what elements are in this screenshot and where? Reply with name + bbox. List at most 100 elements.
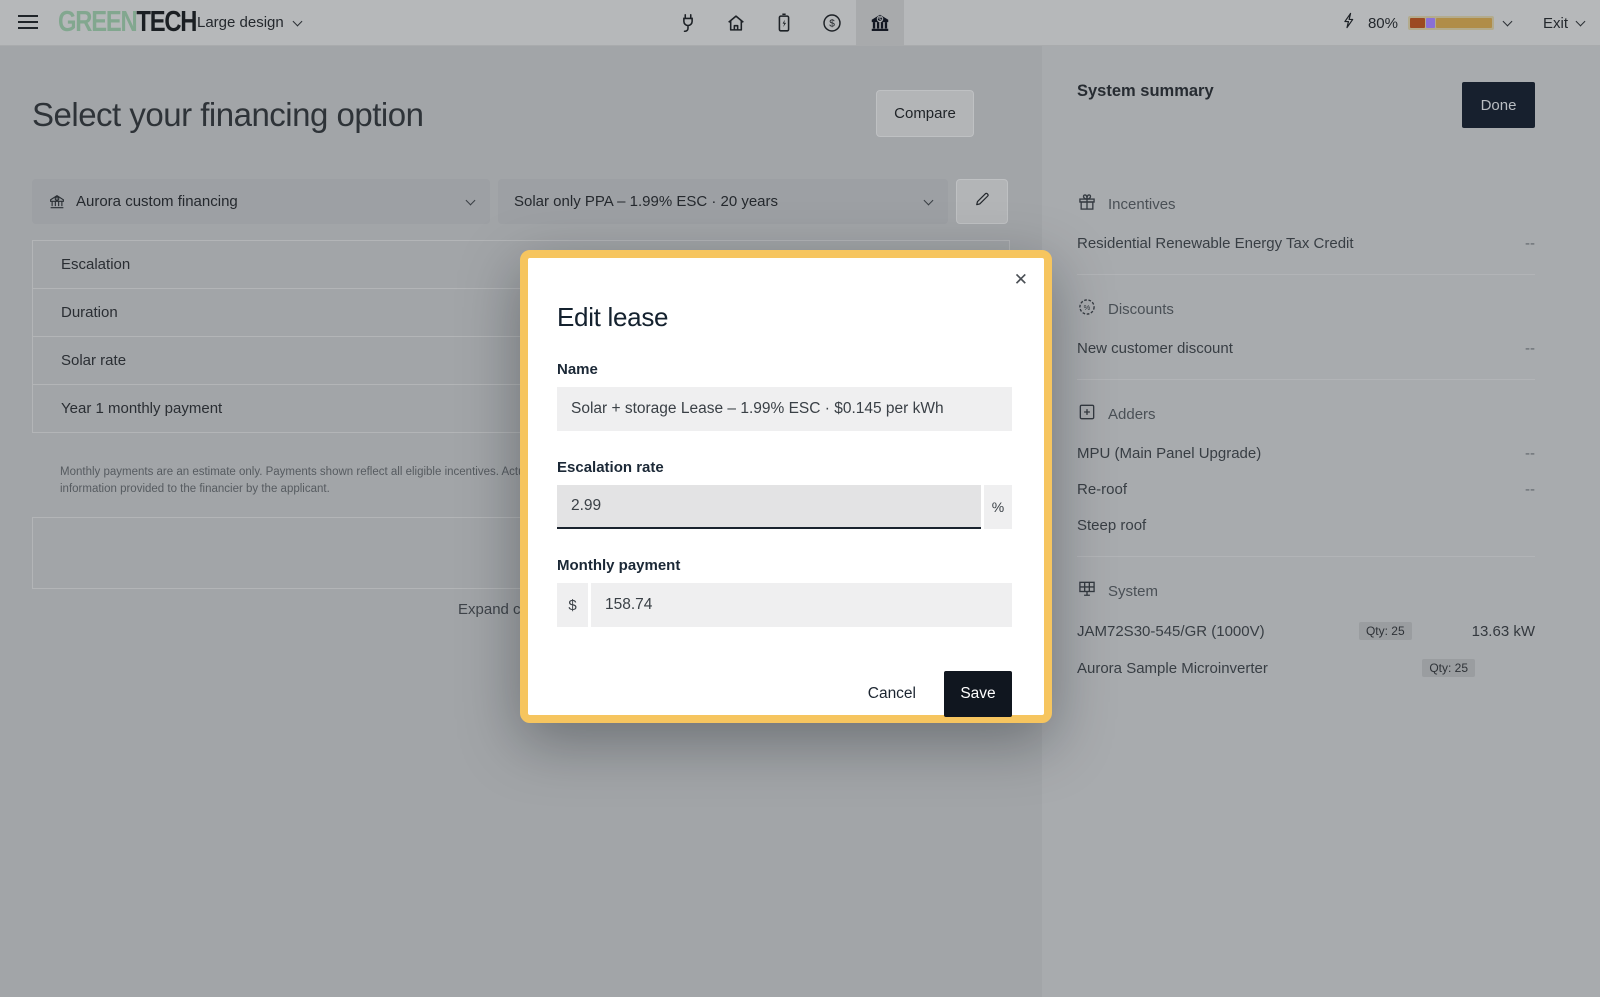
expand-details-link[interactable]: Expand c [458,601,521,618]
hamburger-menu-icon[interactable] [18,15,38,29]
summary-item: Steep roof [1077,517,1535,534]
bank-outline-icon: $ [48,193,66,211]
summary-item: Re-roof -- [1077,481,1535,498]
summary-item: JAM72S30-545/GR (1000V) Qty: 25 13.63 kW [1077,622,1535,640]
exit-menu[interactable]: Exit [1543,15,1584,32]
qty-badge: Qty: 25 [1422,659,1475,677]
row-label: Solar rate [61,352,126,369]
escalation-rate-input[interactable]: 2.99 [557,485,981,529]
monthly-payment-input[interactable]: 158.74 [591,583,1012,627]
escalation-rate-value: 2.99 [571,497,601,515]
item-name: Aurora Sample Microinverter [1077,660,1268,677]
chevron-down-icon [292,16,302,26]
progress-bar [1408,16,1494,30]
section-label: Incentives [1108,196,1176,213]
mode-nav: $ $ [664,0,904,46]
financing-product-dropdown[interactable]: Solar only PPA – 1.99% ESC · 20 years [498,179,948,224]
bolt-icon [1341,12,1358,34]
section-label: System [1108,583,1158,600]
row-label: Duration [61,304,118,321]
page-title: Select your financing option [32,96,423,134]
name-label: Name [557,361,1012,378]
summary-item: MPU (Main Panel Upgrade) -- [1077,445,1535,462]
logo-green: GREEN [58,6,136,38]
item-name: Residential Renewable Energy Tax Credit [1077,235,1354,252]
name-input[interactable]: Solar + storage Lease – 1.99% ESC · $0.1… [557,387,1012,431]
battery-icon [773,12,795,34]
financing-product-value: Solar only PPA – 1.99% ESC · 20 years [514,193,778,210]
item-name: MPU (Main Panel Upgrade) [1077,445,1261,462]
tab-pricing[interactable]: $ [808,0,856,46]
edit-lease-dialog: ✕ Edit lease Name Solar + storage Lease … [520,250,1052,723]
item-value: -- [1525,445,1535,462]
item-name: Re-roof [1077,481,1127,498]
item-value: -- [1525,481,1535,498]
tab-home[interactable] [712,0,760,46]
monthly-payment-label: Monthly payment [557,557,1012,574]
divider [1077,274,1535,275]
monthly-payment-value: 158.74 [605,596,652,614]
svg-text:$: $ [878,16,882,23]
solar-panel-icon [1077,579,1097,603]
item-value: -- [1525,235,1535,252]
chevron-down-icon[interactable] [1503,17,1513,27]
close-icon[interactable]: ✕ [1014,270,1028,290]
compare-button[interactable]: Compare [876,90,974,137]
sidebar-title: System summary [1077,82,1214,101]
logo-tech: TECH [136,6,196,38]
sun-hours-percent: 80% [1368,15,1398,32]
tab-battery[interactable] [760,0,808,46]
topbar-right: 80% Exit [1341,0,1584,46]
cancel-button[interactable]: Cancel [868,685,916,703]
plus-square-icon [1077,402,1097,426]
row-label: Escalation [61,256,130,273]
row-label: Year 1 monthly payment [61,400,222,417]
divider [1077,556,1535,557]
svg-text:$: $ [829,19,835,30]
section-label: Discounts [1108,301,1174,318]
gift-icon [1077,192,1097,216]
item-name: Steep roof [1077,517,1146,534]
summary-item: Residential Renewable Energy Tax Credit … [1077,235,1535,252]
tab-utility-plug[interactable] [664,0,712,46]
plug-icon [677,12,699,34]
home-icon [725,12,747,34]
qty-badge: Qty: 25 [1359,622,1412,640]
financing-method-dropdown[interactable]: $ Aurora custom financing [32,179,490,224]
save-button[interactable]: Save [944,671,1012,717]
item-value: -- [1525,340,1535,357]
edit-product-button[interactable] [956,179,1008,224]
summary-item: New customer discount -- [1077,340,1535,357]
dollar-prefix: $ [557,583,588,627]
dollar-circle-icon: $ [821,12,843,34]
exit-label: Exit [1543,15,1568,32]
system-summary-panel: System summary Done Incentives Residenti… [1042,46,1600,997]
bank-dollar-icon: $ [869,12,891,34]
percent-suffix: % [984,485,1012,529]
progress-segment-remaining [1436,18,1492,28]
section-label: Adders [1108,406,1156,423]
chevron-down-icon [1576,17,1586,27]
tab-financing[interactable]: $ [856,0,904,46]
pencil-icon [973,190,991,213]
done-button[interactable]: Done [1462,82,1535,128]
item-name: JAM72S30-545/GR (1000V) [1077,623,1265,640]
progress-segment-offset [1426,18,1435,28]
design-selector[interactable]: Large design [197,14,301,31]
design-selector-label: Large design [197,14,284,31]
name-input-value: Solar + storage Lease – 1.99% ESC · $0.1… [571,400,944,418]
item-value: 13.63 kW [1472,623,1535,640]
financing-controls: $ Aurora custom financing Solar only PPA… [32,179,1010,224]
dialog-title: Edit lease [557,302,1012,333]
progress-segment-consumed [1410,18,1425,28]
top-bar: GREENTECH Large design $ $ 80% Exit [0,0,1600,46]
divider [1077,379,1535,380]
summary-item: Aurora Sample Microinverter Qty: 25 [1077,659,1535,677]
financing-method-value: Aurora custom financing [76,193,238,210]
escalation-rate-label: Escalation rate [557,459,1012,476]
chevron-down-icon [924,195,934,205]
app-logo: GREENTECH [58,6,196,39]
percent-circle-icon: % [1077,297,1097,321]
chevron-down-icon [466,195,476,205]
svg-text:%: % [1084,303,1091,312]
